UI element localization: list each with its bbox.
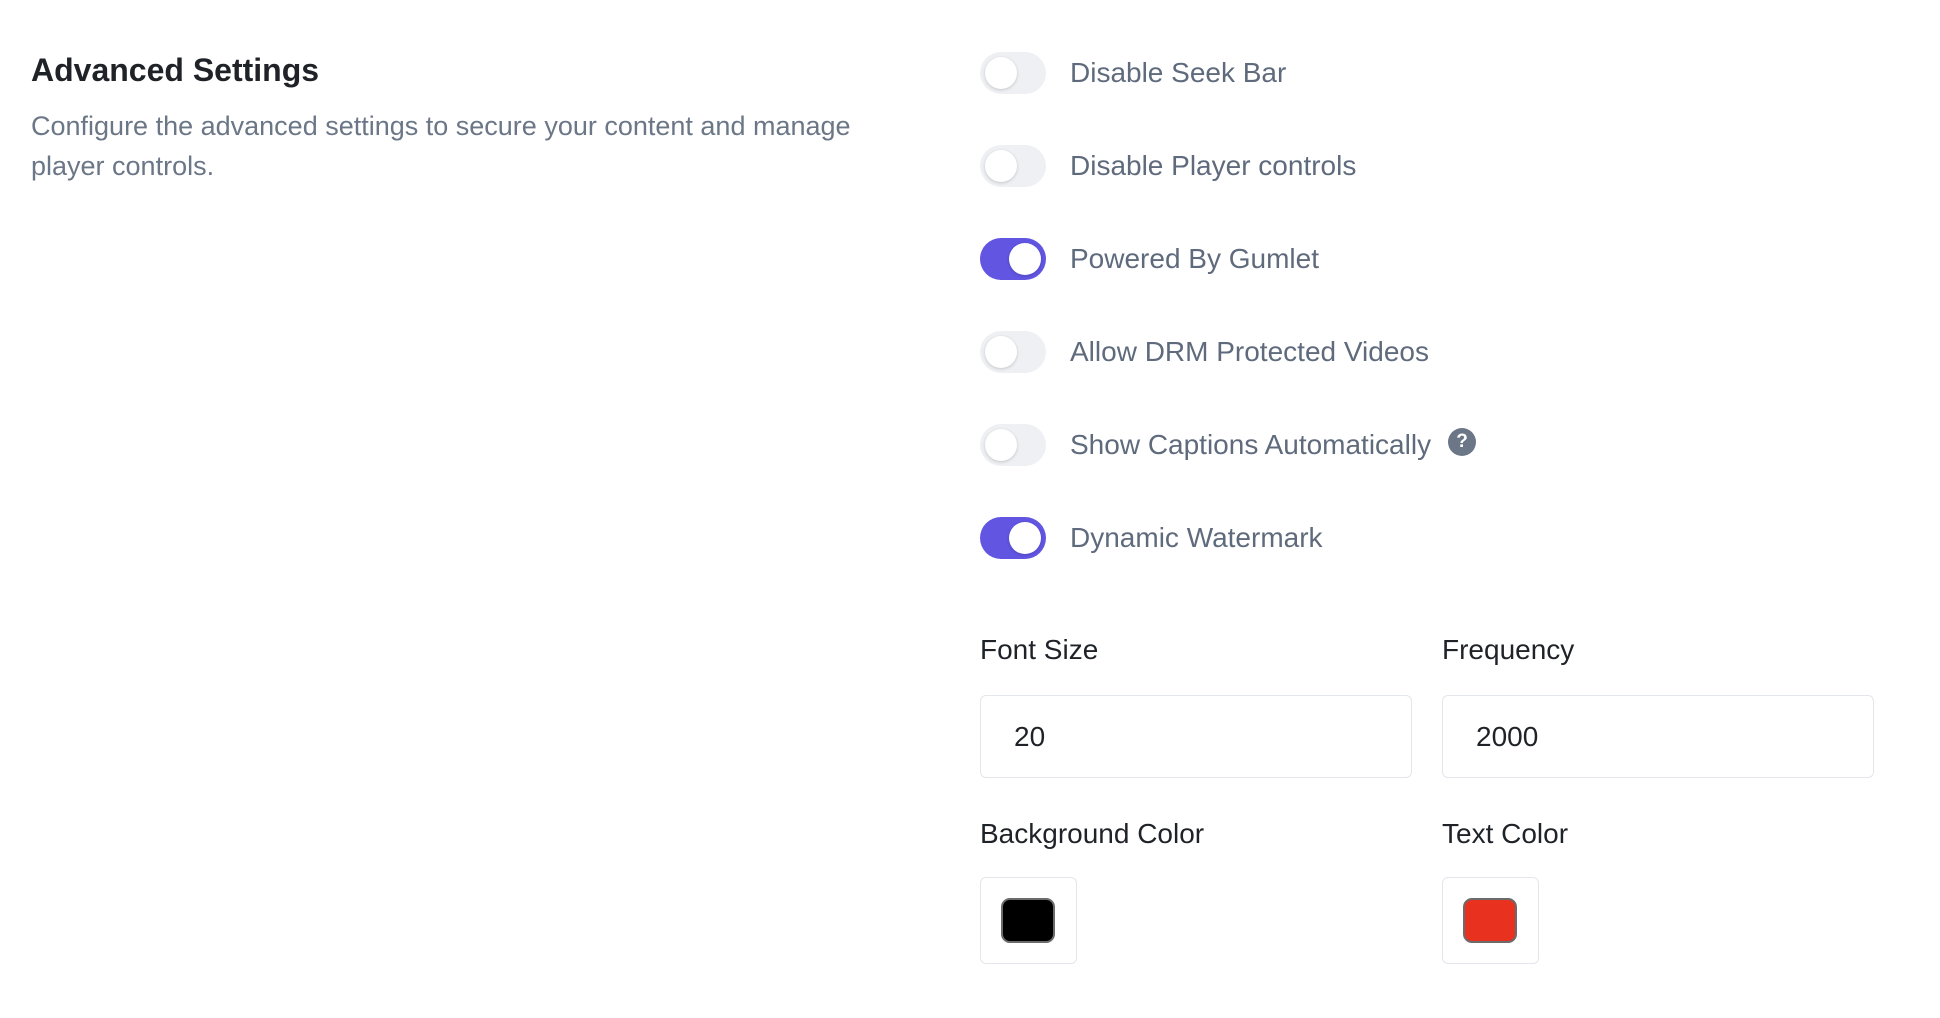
section-title: Advanced Settings: [31, 52, 320, 88]
dynamic-watermark-toggle[interactable]: [980, 517, 1046, 559]
toggle-list: Disable Seek Bar Disable Player controls…: [980, 52, 1477, 610]
toggle-knob: [1009, 522, 1041, 554]
section-description: Configure the advanced settings to secur…: [31, 111, 851, 181]
toggle-row-disable-player-controls: Disable Player controls: [980, 145, 1476, 187]
font-size-input[interactable]: [980, 695, 1412, 778]
toggle-row-allow-drm: Allow DRM Protected Videos: [980, 331, 1476, 373]
background-color-swatch: [1001, 898, 1055, 943]
background-color-label: Background Color: [980, 818, 1205, 849]
toggle-row-dynamic-watermark: Dynamic Watermark: [980, 517, 1476, 559]
toggle-label: Disable Seek Bar: [1070, 57, 1287, 88]
show-captions-toggle[interactable]: [980, 424, 1046, 466]
disable-player-controls-toggle[interactable]: [980, 145, 1046, 187]
toggle-row-powered-by-gumlet: Powered By Gumlet: [980, 238, 1476, 280]
toggle-label: Allow DRM Protected Videos: [1070, 336, 1429, 367]
toggle-knob: [985, 57, 1017, 89]
font-size-label: Font Size: [980, 634, 1099, 665]
frequency-input[interactable]: [1442, 695, 1874, 778]
powered-by-gumlet-toggle[interactable]: [980, 238, 1046, 280]
text-color-picker[interactable]: [1442, 877, 1539, 964]
toggle-label: Show Captions Automatically: [1070, 429, 1432, 460]
text-color-label: Text Color: [1442, 818, 1569, 849]
disable-seek-bar-toggle[interactable]: [980, 52, 1046, 94]
toggle-label: Disable Player controls: [1070, 150, 1357, 181]
question-circle-icon[interactable]: ?: [1448, 428, 1477, 456]
frequency-label: Frequency: [1442, 634, 1575, 665]
toggle-knob: [985, 336, 1017, 368]
toggle-label: Powered By Gumlet: [1070, 243, 1319, 274]
toggle-label: Dynamic Watermark: [1070, 522, 1323, 553]
section-header: Advanced Settings Configure the advanced…: [31, 48, 911, 186]
toggle-row-show-captions: Show Captions Automatically ?: [980, 424, 1477, 466]
toggle-knob: [985, 150, 1017, 182]
toggle-knob: [1009, 243, 1041, 275]
background-color-picker[interactable]: [980, 877, 1077, 964]
text-color-swatch: [1463, 898, 1517, 943]
toggle-row-disable-seek-bar: Disable Seek Bar: [980, 52, 1476, 94]
toggle-knob: [985, 429, 1017, 461]
allow-drm-toggle[interactable]: [980, 331, 1046, 373]
